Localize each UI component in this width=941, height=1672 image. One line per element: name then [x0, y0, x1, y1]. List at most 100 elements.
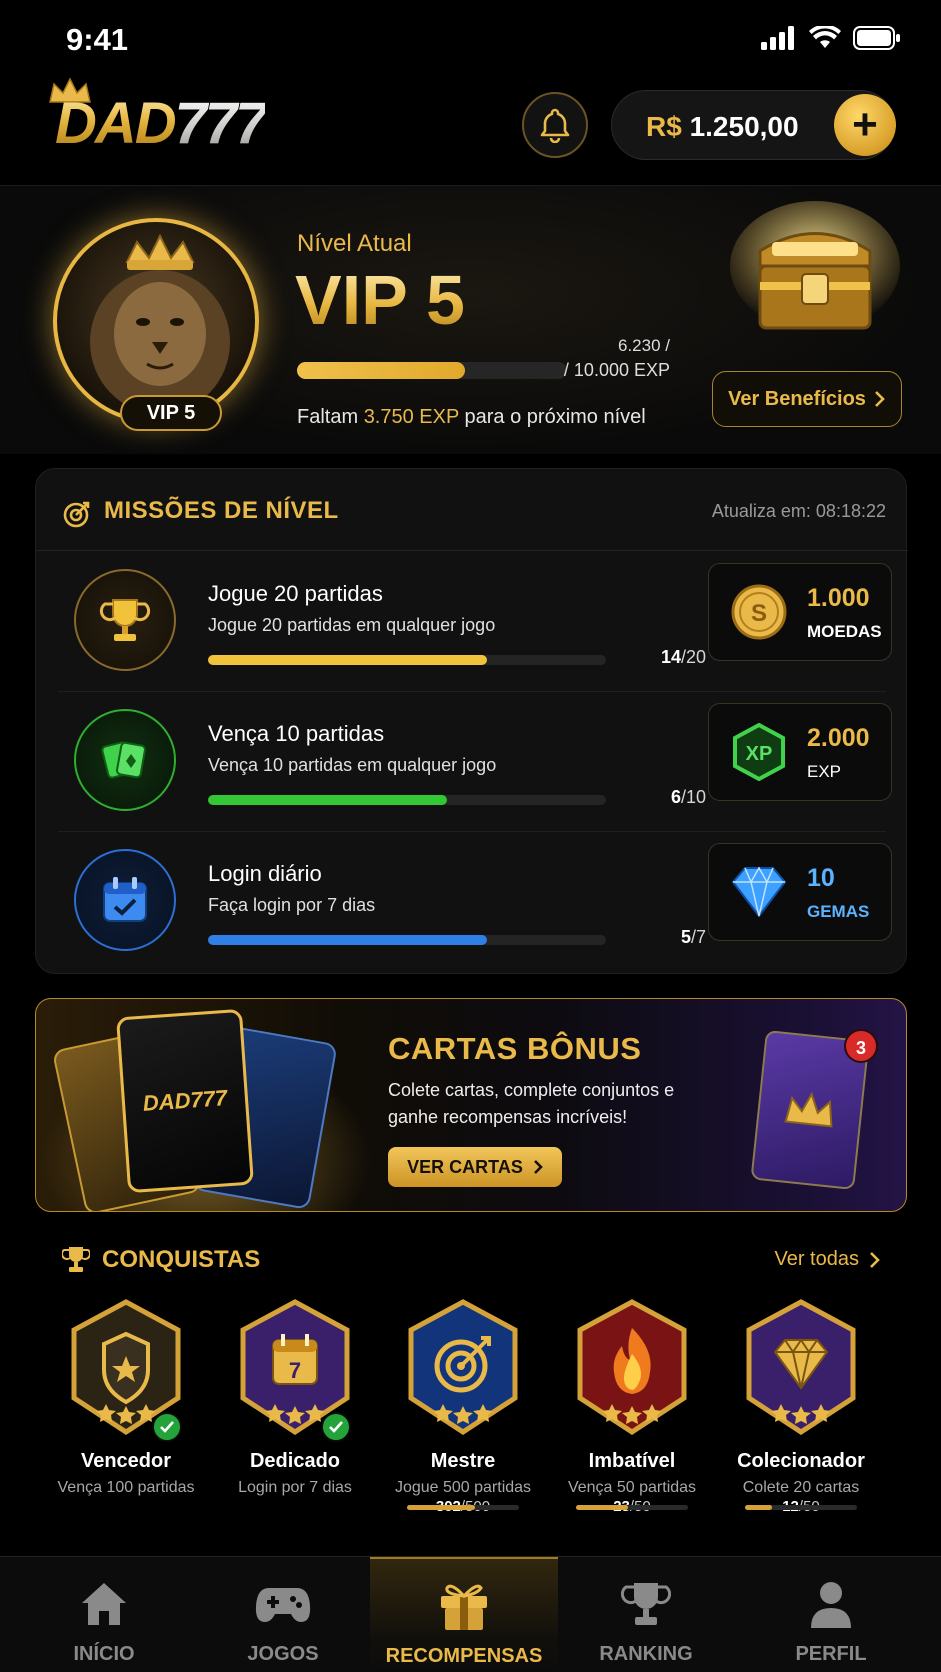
cards-notification-badge: 3: [844, 1029, 878, 1063]
mission-title: Vença 10 partidas: [208, 721, 385, 746]
mission-total: /20: [680, 647, 706, 667]
achievement-item[interactable]: Vencedor Vença 100 partidas: [42, 1298, 210, 1497]
signal-icon: [761, 26, 794, 50]
nav-item-recompensas[interactable]: RECOMPENSAS: [370, 1557, 558, 1672]
view-cards-label: VER CARTAS: [407, 1156, 523, 1177]
mission-title: Login diário: [208, 861, 322, 886]
mission-icon: [74, 709, 176, 811]
mission-progress-fill: [208, 935, 487, 945]
mission-count: 5/7: [606, 927, 706, 948]
level-value: VIP 5: [295, 261, 465, 339]
reward-unit: MOEDAS: [807, 622, 882, 641]
mission-done: 6: [670, 787, 681, 807]
lion-king-icon: [90, 233, 230, 420]
achievement-badge: [572, 1298, 692, 1440]
completed-check-icon: [152, 1412, 182, 1442]
flame-badge-icon: [577, 1299, 687, 1435]
treasure-chest-icon: [730, 201, 900, 331]
achievement-item[interactable]: Mestre Jogue 500 partidas 302/500: [379, 1298, 547, 1515]
crown-icon: [784, 1091, 833, 1128]
mission-reward: S 1.000 MOEDAS: [708, 563, 892, 661]
nav-item-inicio[interactable]: INÍCIO: [10, 1557, 198, 1672]
achievement-desc: Jogue 500 partidas: [394, 1479, 532, 1496]
calendar-day: 7: [289, 1358, 301, 1383]
nav-label: JOGOS: [247, 1643, 319, 1665]
balance-value: 1.250,00: [689, 111, 799, 142]
completed-check-icon: [321, 1412, 351, 1442]
diamond-badge-icon: [746, 1299, 856, 1435]
gem-icon: [729, 862, 789, 922]
achievement-progress-bar: [407, 1505, 519, 1510]
achievement-badge: [66, 1298, 186, 1442]
trophy-icon: [621, 1583, 671, 1625]
achievement-name: Vencedor: [80, 1450, 172, 1472]
bonus-cards-banner[interactable]: DAD777 CARTAS BÔNUS Colete cartas, compl…: [35, 998, 907, 1212]
xp-icon: XP: [729, 722, 789, 782]
achievement-name: Imbatível: [588, 1450, 676, 1472]
mission-reward: 10 GEMAS: [708, 843, 892, 941]
view-benefits-button[interactable]: Ver Benefícios: [712, 371, 902, 427]
mission-icon: [74, 849, 176, 951]
xp-current: 6.230 /: [618, 336, 670, 355]
xp-progress-fill: [297, 362, 466, 379]
app-logo[interactable]: DAD777: [55, 90, 268, 157]
mission-item[interactable]: Login diário Faça login por 7 dias 5/7 1…: [36, 831, 908, 971]
xp-max: / 10.000 EXP: [563, 360, 670, 380]
mission-title: Jogue 20 partidas: [208, 581, 383, 606]
nav-item-ranking[interactable]: RANKING: [552, 1557, 740, 1672]
xp-remaining-text: Faltam 3.750 EXP para o próximo nível: [297, 406, 646, 429]
trophy-icon: [62, 1247, 90, 1272]
vip-level-section: VIP 5 Nível Atual VIP 5 6.230 / / 10.000…: [0, 186, 941, 454]
user-icon: [811, 1582, 851, 1628]
achievement-badge: [741, 1298, 861, 1440]
logo-main: DAD: [55, 91, 175, 156]
calendar-icon: [103, 877, 147, 922]
achievement-name: Dedicado: [249, 1450, 341, 1472]
status-time: 9:41: [66, 22, 129, 57]
target-badge-icon: [408, 1299, 518, 1435]
status-icons: [761, 26, 901, 50]
remaining-prefix: Faltam: [297, 406, 359, 428]
wallet-balance[interactable]: R$ 1.250,00 +: [611, 90, 896, 160]
mission-total: /10: [680, 787, 706, 807]
view-cards-button[interactable]: VER CARTAS: [388, 1147, 562, 1187]
mission-progress-bar: [208, 935, 606, 945]
see-all-label: Ver todas: [774, 1248, 859, 1270]
achievement-item[interactable]: Colecionador Colete 20 cartas 12/50: [717, 1298, 885, 1515]
gamepad-icon: [255, 1588, 311, 1622]
target-icon: [63, 501, 90, 528]
mission-done: 14: [660, 647, 681, 667]
balance-text: R$ 1.250,00: [646, 111, 799, 143]
mission-item[interactable]: Jogue 20 partidas Jogue 20 partidas em q…: [36, 551, 908, 691]
nav-item-jogos[interactable]: JOGOS: [189, 1557, 377, 1672]
level-label: Nível Atual: [297, 230, 412, 257]
nav-item-perfil[interactable]: PERFIL: [737, 1557, 925, 1672]
mission-progress-bar: [208, 795, 606, 805]
bell-icon: [540, 108, 570, 143]
mission-item[interactable]: Vença 10 partidas Vença 10 partidas em q…: [36, 691, 908, 831]
vip-badge: VIP 5: [120, 395, 222, 431]
mission-icon: [74, 569, 176, 671]
add-funds-button[interactable]: +: [834, 94, 896, 156]
achievement-item[interactable]: Imbatível Vença 50 partidas 23/50: [548, 1298, 716, 1515]
bottom-nav: INÍCIO JOGOS RECOMPENSAS RANKING PERFIL: [0, 1556, 941, 1672]
missions-panel: MISSÕES DE NÍVEL Atualiza em: 08:18:22 J…: [35, 468, 908, 974]
coin-icon: S: [729, 582, 789, 642]
chevron-right-icon: [533, 1160, 543, 1174]
nav-label: INÍCIO: [73, 1643, 135, 1665]
mission-progress-fill: [208, 795, 447, 805]
avatar: [53, 218, 259, 424]
achievement-item[interactable]: 7 Dedicado Login por 7 dias: [211, 1298, 379, 1497]
reward-unit: GEMAS: [807, 902, 870, 921]
trophy-icon: [99, 599, 151, 641]
achievements-header: CONQUISTAS Ver todas: [0, 1236, 941, 1286]
benefits-label: Ver Benefícios: [728, 387, 866, 410]
reward-amount: 1.000: [807, 584, 870, 612]
notifications-button[interactable]: [522, 92, 588, 158]
mission-count: 14/20: [606, 647, 706, 668]
svg-text:S: S: [751, 600, 767, 627]
remaining-value: 3.750 EXP: [363, 406, 459, 428]
see-all-link[interactable]: Ver todas: [774, 1248, 881, 1271]
gift-icon: [441, 1584, 487, 1630]
cards-desc: Colete cartas, complete conjuntos e ganh…: [388, 1080, 675, 1127]
